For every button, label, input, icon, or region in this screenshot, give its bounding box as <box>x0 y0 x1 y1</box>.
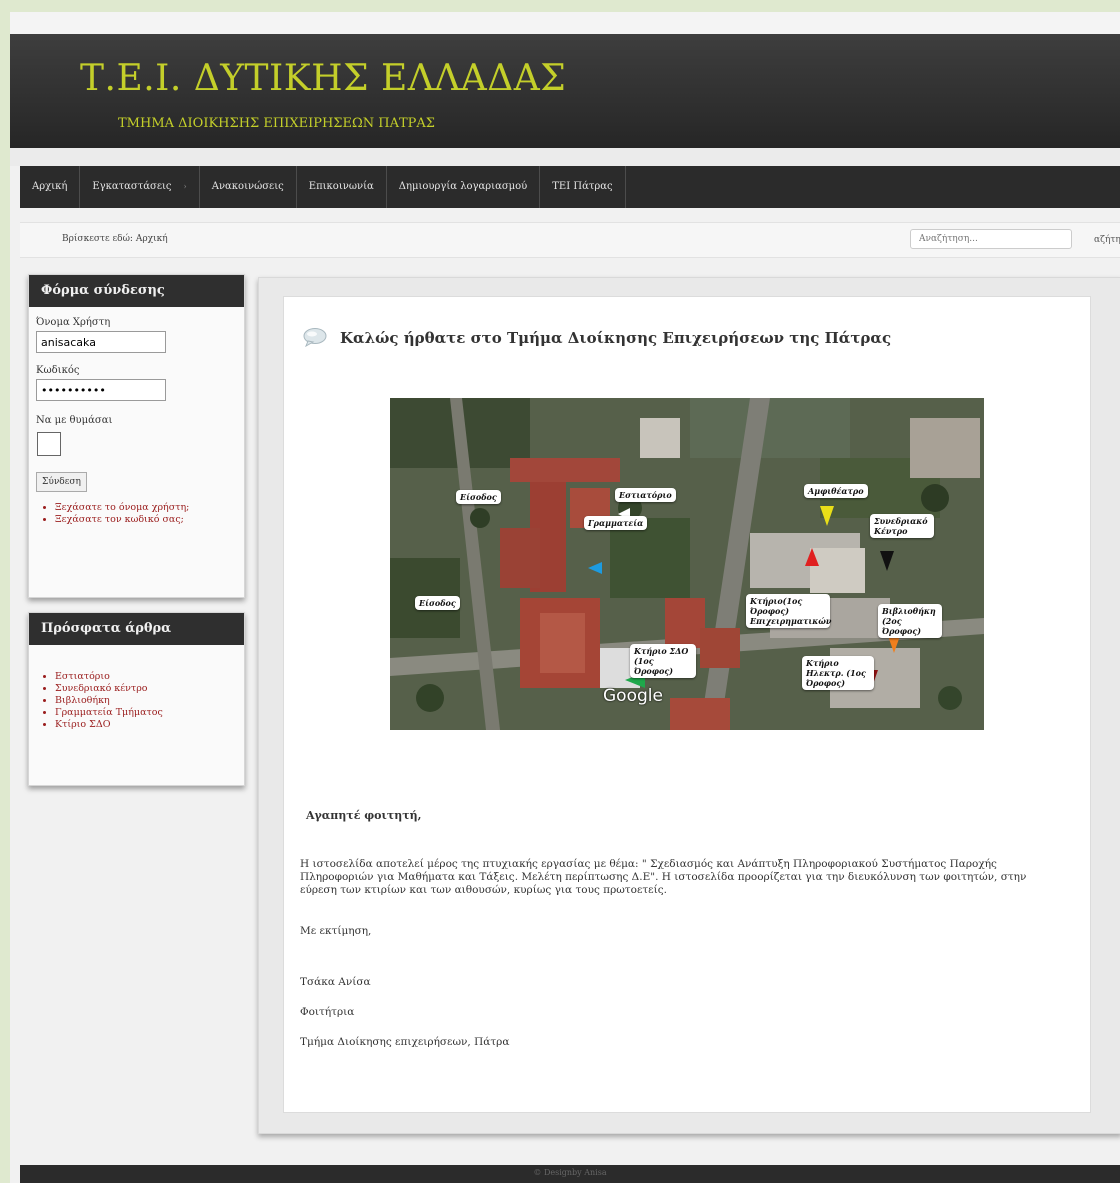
forgot-username-link[interactable]: Ξεχάσατε το όνομα χρήστη; <box>55 502 244 514</box>
login-button[interactable]: Σύνδεση <box>36 472 87 492</box>
username-field[interactable] <box>36 331 166 353</box>
map-label-conference-center: Συνεδριακό Κέντρο <box>870 514 934 538</box>
nav-item-label: Δημιουργία λογαριασμού <box>398 181 528 192</box>
nav-item-register[interactable]: Δημιουργία λογαριασμού <box>387 166 541 208</box>
article-panel: Καλώς ήρθατε στο Τμήμα Διοίκησης Επιχειρ… <box>283 296 1091 1113</box>
recent-articles-box: Πρόσφατα άρθρα Εστιατόριο Συνεδριακό κέν… <box>28 612 245 786</box>
breadcrumb: Βρίσκεστε εδώ: Αρχική <box>62 234 168 244</box>
nav-item-label: Αρχική <box>32 181 68 192</box>
password-field[interactable] <box>36 379 166 401</box>
recent-articles-title: Πρόσφατα άρθρα <box>29 613 244 645</box>
nav-item-contact[interactable]: Επικοινωνία <box>297 166 387 208</box>
site-header: Τ.Ε.Ι. ΔΥΤΙΚΗΣ ΕΛΛΑΔΑΣ ΤΜΗΜΑ ΔΙΟΙΚΗΣΗΣ Ε… <box>10 34 1120 148</box>
greeting-text: Αγαπητέ φοιτητή, <box>306 809 422 822</box>
campus-map-image: Είσοδος Εστιατόριο Γραμματεία Αμφιθέατρο… <box>390 398 984 730</box>
search-button[interactable]: αζήτη <box>1094 235 1120 245</box>
recent-article-link[interactable]: Κτίριο ΣΔΟ <box>55 719 244 731</box>
recent-article-link[interactable]: Γραμματεία Τμήματος <box>55 707 244 719</box>
password-label: Κωδικός <box>36 365 80 376</box>
map-label-amphitheatre: Αμφιθέατρο <box>804 484 868 498</box>
username-label: Όνομα Χρήστη <box>36 317 111 328</box>
signature-name: Τσάκα Ανίσα <box>300 976 371 988</box>
search-input[interactable] <box>910 229 1072 249</box>
map-label-entrance-1: Είσοδος <box>456 490 501 504</box>
login-box-title: Φόρμα σύνδεσης <box>29 275 244 307</box>
map-label-restaurant: Εστιατόριο <box>615 488 676 502</box>
map-label-library: Βιβλιοθήκη (2ος Όροφος) <box>878 604 942 638</box>
map-label-electrical-building: Κτήριο Ηλεκτρ. (1ος Όροφος) <box>802 656 874 690</box>
nav-item-label: Ανακοινώσεις <box>211 181 284 192</box>
nav-item-announcements[interactable]: Ανακοινώσεις <box>200 166 297 208</box>
site-title[interactable]: Τ.Ε.Ι. ΔΥΤΙΚΗΣ ΕΛΛΑΔΑΣ <box>80 58 566 99</box>
login-links: Ξεχάσατε το όνομα χρήστη; Ξεχάσατε τον κ… <box>29 502 244 526</box>
forgot-password-link[interactable]: Ξεχάσατε τον κωδικό σας; <box>55 514 244 526</box>
site-subtitle: ΤΜΗΜΑ ΔΙΟΙΚΗΣΗΣ ΕΠΙΧΕΙΡΗΣΕΩΝ ΠΑΤΡΑΣ <box>118 116 435 131</box>
remember-checkbox[interactable] <box>37 432 61 456</box>
article-title: Καλώς ήρθατε στο Τμήμα Διοίκησης Επιχειρ… <box>340 329 892 347</box>
nav-item-label: Εγκαταστάσεις <box>92 181 172 192</box>
recent-article-link[interactable]: Βιβλιοθήκη <box>55 695 244 707</box>
signature-role: Φοιτήτρια <box>300 1006 355 1018</box>
satellite-map <box>390 398 984 730</box>
nav-item-facilities[interactable]: Εγκαταστάσεις › <box>80 166 200 208</box>
footer-text: © Designby Anisa <box>533 1168 607 1177</box>
article-body: Η ιστοσελίδα αποτελεί μέρος της πτυχιακή… <box>300 858 1027 896</box>
header-divider <box>10 148 1120 166</box>
remember-label: Να με θυμάσαι <box>36 415 113 426</box>
nav-item-home[interactable]: Αρχική <box>20 166 81 208</box>
recent-articles-list: Εστιατόριο Συνεδριακό κέντρο Βιβλιοθήκη … <box>29 671 244 731</box>
google-logo: Google <box>603 686 663 706</box>
main-content: Καλώς ήρθατε στο Τμήμα Διοίκησης Επιχειρ… <box>258 277 1120 1134</box>
closing-text: Με εκτίμηση, <box>300 925 372 937</box>
breadcrumb-bar: Βρίσκεστε εδώ: Αρχική αζήτη <box>20 222 1120 258</box>
signature-department: Τμήμα Διοίκησης επιχειρήσεων, Πάτρα <box>300 1036 510 1048</box>
map-label-secretariat: Γραμματεία <box>584 516 648 530</box>
nav-item-label: ΤΕΙ Πάτρας <box>552 181 613 192</box>
main-nav: Αρχική Εγκαταστάσεις › Ανακοινώσεις Επικο… <box>20 166 1120 208</box>
chevron-right-icon: › <box>183 182 187 191</box>
map-label-sdo-building: Κτήριο ΣΔΟ (1ος Όροφος) <box>630 644 696 678</box>
nav-item-label: Επικοινωνία <box>308 181 374 192</box>
nav-item-tei-patras[interactable]: ΤΕΙ Πάτρας <box>540 166 626 208</box>
recent-article-link[interactable]: Συνεδριακό κέντρο <box>55 683 244 695</box>
footer: © Designby Anisa <box>20 1165 1120 1183</box>
page-frame: Τ.Ε.Ι. ΔΥΤΙΚΗΣ ΕΛΛΑΔΑΣ ΤΜΗΜΑ ΔΙΟΙΚΗΣΗΣ Ε… <box>10 12 1120 1183</box>
speech-bubble-icon <box>303 328 327 347</box>
map-label-business-building: Κτήριο(1ος Όροφος) Επιχειρηματικών <box>746 594 831 628</box>
map-label-entrance-2: Είσοδος <box>415 596 460 610</box>
recent-article-link[interactable]: Εστιατόριο <box>55 671 244 683</box>
login-box: Φόρμα σύνδεσης Όνομα Χρήστη Κωδικός Να μ… <box>28 274 245 598</box>
top-band <box>10 12 1120 34</box>
